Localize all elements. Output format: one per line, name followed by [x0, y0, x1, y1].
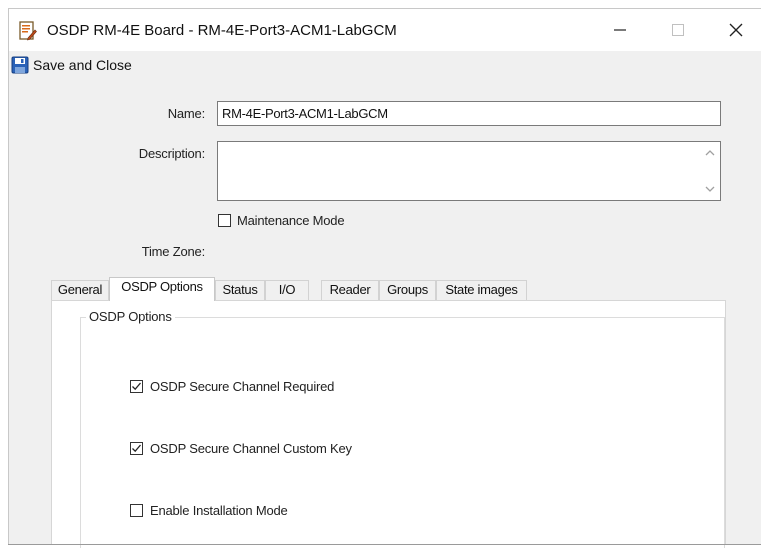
tab-state-images[interactable]: State images	[436, 280, 527, 300]
description-scrollbar[interactable]	[701, 143, 719, 199]
maximize-icon	[672, 24, 684, 36]
minimize-button[interactable]	[605, 17, 635, 43]
enable-installation-mode-label: Enable Installation Mode	[150, 503, 288, 518]
tab-io[interactable]: I/O	[265, 280, 309, 300]
title-bar[interactable]: OSDP RM-4E Board - RM-4E-Port3-ACM1-LabG…	[9, 9, 761, 51]
secure-channel-custom-key-checkbox[interactable]	[130, 442, 143, 455]
maximize-button[interactable]	[663, 17, 693, 43]
enable-installation-mode-checkbox[interactable]	[130, 504, 143, 517]
minimize-icon	[614, 29, 626, 31]
dialog-window: OSDP RM-4E Board - RM-4E-Port3-ACM1-LabG…	[8, 8, 761, 548]
window-title: OSDP RM-4E Board - RM-4E-Port3-ACM1-LabG…	[47, 22, 397, 39]
tab-reader[interactable]: Reader	[321, 280, 379, 300]
name-label: Name:	[167, 106, 205, 121]
close-button[interactable]	[721, 17, 751, 43]
scroll-down-icon	[705, 186, 715, 192]
checkmark-icon	[132, 382, 141, 391]
scroll-up-icon	[705, 150, 715, 156]
bottom-divider	[8, 544, 761, 545]
floppy-disk-icon	[11, 56, 29, 74]
tab-general[interactable]: General	[51, 280, 109, 300]
osdp-options-panel: OSDP Options OSDP Secure Channel Require…	[51, 300, 726, 548]
secure-channel-required-checkbox[interactable]	[130, 380, 143, 393]
tab-status[interactable]: Status	[215, 280, 265, 300]
save-and-close-label: Save and Close	[33, 57, 132, 73]
description-label: Description:	[138, 146, 205, 161]
maintenance-mode-label: Maintenance Mode	[237, 213, 345, 228]
tab-groups[interactable]: Groups	[379, 280, 436, 300]
time-zone-label: Time Zone:	[141, 244, 205, 259]
save-and-close-button[interactable]: Save and Close	[9, 54, 132, 76]
secure-channel-required-label: OSDP Secure Channel Required	[150, 379, 335, 394]
osdp-options-group-title: OSDP Options	[86, 309, 175, 324]
maintenance-mode-checkbox[interactable]	[218, 214, 231, 227]
checkmark-icon	[132, 444, 141, 453]
description-input[interactable]	[217, 141, 721, 201]
secure-channel-custom-key-label: OSDP Secure Channel Custom Key	[150, 441, 352, 456]
document-edit-icon	[19, 21, 37, 41]
close-icon	[729, 23, 743, 37]
tab-osdp-options[interactable]: OSDP Options	[109, 277, 215, 301]
name-input[interactable]: RM-4E-Port3-ACM1-LabGCM	[217, 101, 721, 126]
